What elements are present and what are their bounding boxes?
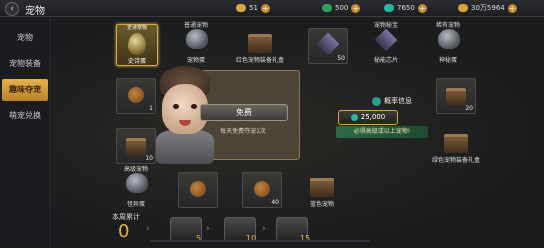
free-draw-button[interactable]: 免费 xyxy=(200,104,288,121)
chevron-right-icon: › xyxy=(206,224,210,234)
item-slot-right-1[interactable]: 20 xyxy=(436,78,476,114)
free-draw-note: 每天免费夺宠1次 xyxy=(220,128,266,135)
resource-gem: 7650 + xyxy=(384,2,427,14)
pet-egg-icon xyxy=(186,29,208,49)
add-gold-button[interactable]: + xyxy=(507,3,517,13)
blue-pet-item[interactable]: 蓝色宠物 xyxy=(302,170,342,208)
green-crystal-icon xyxy=(322,4,332,12)
sidebar-item-fun-capture[interactable]: 趣味夺宠 xyxy=(2,79,48,101)
mystery-egg-icon xyxy=(438,29,460,49)
resource-crystal: 500 + xyxy=(322,2,361,14)
secret-chip-icon xyxy=(374,28,398,52)
gift-box-icon xyxy=(248,34,272,53)
sidebar-item-pet-exchange[interactable]: 萌宠兑换 xyxy=(2,105,48,127)
item-slot-top[interactable]: 50 xyxy=(308,28,348,64)
weird-egg-item[interactable]: 高级宠物 怪异蛋 xyxy=(116,166,156,208)
gift-box-icon xyxy=(444,134,468,153)
add-crystal-button[interactable]: + xyxy=(351,3,361,13)
chevron-right-icon: › xyxy=(146,224,150,234)
cookie-icon xyxy=(190,181,206,197)
sidebar-item-pets[interactable]: 宠物 xyxy=(2,27,48,49)
weird-egg-icon xyxy=(126,173,148,193)
sidebar: 宠物 宠物装备 趣味夺宠 萌宠兑换 xyxy=(0,17,51,248)
red-equipment-box-item[interactable]: 红色宠物装备礼盒 xyxy=(236,26,284,64)
weekly-count: 0 xyxy=(118,221,130,242)
weekly-progress-bar xyxy=(150,240,370,242)
add-coin-button[interactable]: + xyxy=(260,3,270,13)
item-icon xyxy=(126,138,146,155)
epic-egg-icon xyxy=(128,33,146,55)
page-title: 宠物 xyxy=(25,6,45,17)
gem-icon xyxy=(350,113,358,121)
paid-draw-button[interactable]: 25,000 xyxy=(338,110,398,125)
resource-coin: 51 + xyxy=(236,2,270,14)
item-slot-bottom-2[interactable]: 40 xyxy=(242,172,282,208)
gem-icon xyxy=(384,4,394,12)
add-gem-button[interactable]: + xyxy=(417,3,427,13)
gift-box-icon xyxy=(310,178,334,197)
resource-gold: 30万5964 + xyxy=(458,2,517,14)
gold-icon xyxy=(458,4,468,12)
cookie-icon xyxy=(128,87,144,103)
chevron-right-icon: › xyxy=(262,224,266,234)
chip-icon xyxy=(316,32,340,56)
sidebar-item-pet-equipment[interactable]: 宠物装备 xyxy=(2,53,48,75)
coin-icon xyxy=(236,4,246,12)
secret-chip-item[interactable]: 宠物秘宝 秘能芯片 xyxy=(366,22,406,64)
mystery-egg-item[interactable]: 稀有宠物 神秘蛋 xyxy=(428,22,468,64)
back-icon[interactable]: ‹ xyxy=(5,2,19,16)
green-equipment-box-item[interactable]: 绿色宠物装备礼盒 xyxy=(432,126,480,164)
item-slot-bottom-1[interactable] xyxy=(178,172,218,208)
info-icon xyxy=(372,96,381,106)
cookie-icon xyxy=(254,181,270,197)
probability-info[interactable]: 概率信息 xyxy=(372,96,412,106)
top-bar: ‹ 宠物 51 + 500 + 7650 + 30万5964 + xyxy=(0,0,544,17)
item-icon xyxy=(446,88,466,105)
guarantee-strip: 必得高级或以上宠物! xyxy=(336,126,428,138)
